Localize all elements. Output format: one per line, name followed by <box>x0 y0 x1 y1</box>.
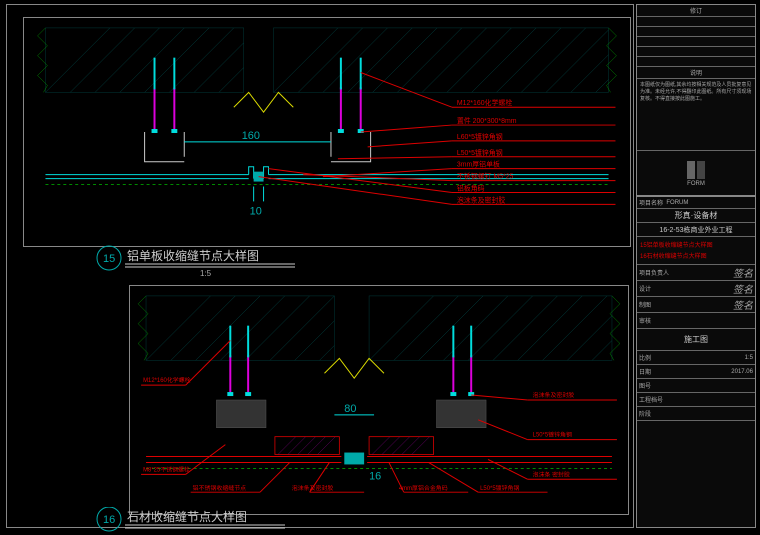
l16-b1: 泡沫条及密封胶 <box>292 484 334 492</box>
proj-label: 项目名称 <box>639 198 663 207</box>
scale-val: 1:5 <box>745 355 753 361</box>
scale-lbl: 比例 <box>639 353 651 362</box>
draw-lbl: 制图 <box>639 300 651 309</box>
dim-80: 80 <box>344 403 356 415</box>
sig-2: 签名 <box>733 281 753 296</box>
note-header: 说明 <box>637 67 755 79</box>
sheet-title-0: 15铝单板收缩缝节点大样图 <box>640 240 713 249</box>
logo-text: FORM <box>687 181 705 187</box>
label-15-0: M12*160化学螺栓 <box>457 98 512 107</box>
dim-16v: 16 <box>369 470 381 482</box>
l16-l0: M12*160化学螺栓 <box>143 376 191 384</box>
scale-15: 1:5 <box>200 269 212 277</box>
drawing-canvas: 160 10 M12*160化学螺栓 置件 200*300*8mm L60*5镀… <box>6 4 634 528</box>
design-lbl: 设计 <box>639 284 651 293</box>
num-16: 16 <box>103 514 115 526</box>
title-16-text: 石材收缩缝节点大样图 <box>127 509 247 524</box>
label-15-4: 3mm厚铝单板 <box>457 160 500 169</box>
l16-b2: 4mm厚铝合金角码 <box>399 484 448 492</box>
num-15: 15 <box>103 253 115 265</box>
l16-b3: L50*5镀锌角钢 <box>480 484 519 492</box>
label-15-7: 泡沫条及密封胶 <box>457 195 506 204</box>
designer-lbl: 项目负责人 <box>639 268 669 277</box>
date-val: 2017.06 <box>731 369 753 375</box>
sig-3: 签名 <box>733 297 753 312</box>
dwgno-lbl: 图号 <box>639 381 651 390</box>
dim-160: 160 <box>242 130 260 142</box>
archno-lbl: 工程档号 <box>639 395 663 404</box>
date-lbl: 日期 <box>639 367 651 376</box>
stage-lbl: 阶段 <box>639 409 651 418</box>
label-15-6: 铝板角码 <box>457 183 485 192</box>
notes-text: 本图纸仅为图纸,其余均按相关规范及人员批复意见为准。未经允许,不得翻印此图纸。所… <box>637 79 755 151</box>
title-16: 16 石材收缩缝节点大样图 <box>95 507 355 535</box>
title-block: 修订 说明 本图纸仅为图纸,其余均按相关规范及人员批复意见为准。未经允许,不得翻… <box>636 4 756 528</box>
l16-l2: M8*25不锈钢螺栓 <box>143 465 190 473</box>
l16-r1: L50*5镀锌角钢 <box>533 431 572 439</box>
rev-header: 修订 <box>637 5 755 17</box>
subtitle2: 16-2-53栋商业外业工程 <box>637 223 755 237</box>
logo-icon <box>685 159 707 181</box>
stage-val: 施工图 <box>637 329 755 351</box>
sheet-title-1: 16石材收缩缝节点大样图 <box>640 251 707 260</box>
title-15: 15 铝单板收缩缝节点大样图 1:5 <box>95 243 355 277</box>
check-lbl: 审核 <box>639 316 651 325</box>
label-15-3: L50*5镀锌角钢 <box>457 148 503 157</box>
l16-b0: 铝不锈钢收缩缝节点 <box>193 484 247 492</box>
l16-r0: 泡沫条及密封胶 <box>533 391 575 399</box>
drawing-16: 80 16 M12*160化学螺栓 M8*25不锈钢螺栓 泡沫条及密封胶 L50… <box>129 285 629 515</box>
drawing-15: 160 10 M12*160化学螺栓 置件 200*300*8mm L60*5镀… <box>23 17 631 247</box>
l16-r2: 泡沫条 密封胶 <box>533 470 570 478</box>
proj-name: FORUM <box>666 200 688 206</box>
dim-10: 10 <box>250 205 262 217</box>
sig-1: 签名 <box>733 265 753 280</box>
label-15-5: 不锈钢螺钉 M5*25 <box>457 172 514 181</box>
subtitle1: 形真·设备材 <box>637 209 755 223</box>
label-15-2: L60*5镀锌角钢 <box>457 132 503 141</box>
title-15-text: 铝单板收缩缝节点大样图 <box>127 248 259 263</box>
label-15-1: 置件 200*300*8mm <box>457 116 517 125</box>
